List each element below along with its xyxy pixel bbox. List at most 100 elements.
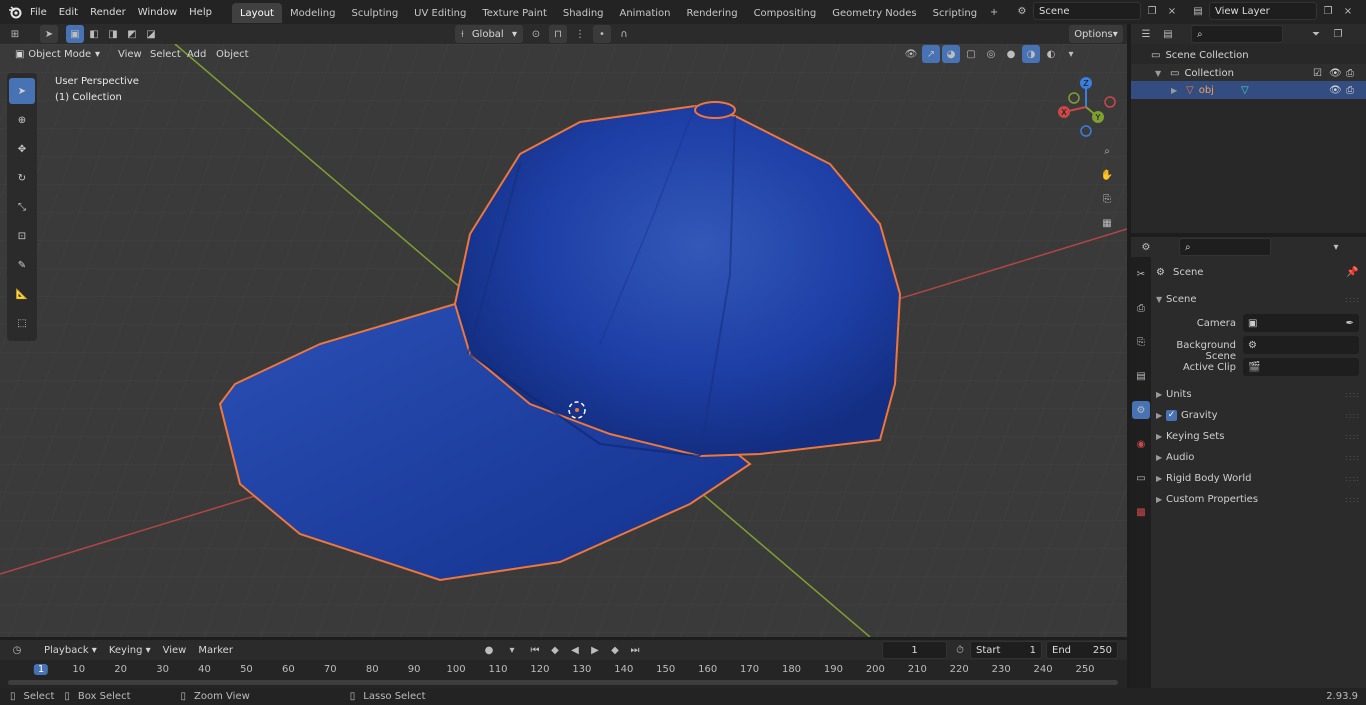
annotate-tool-icon[interactable]: ✎: [9, 252, 35, 278]
tab-scripting[interactable]: Scripting: [925, 3, 985, 23]
eye-icon[interactable]: 👁: [1329, 85, 1342, 96]
cursor-tool-icon[interactable]: ⊕: [9, 107, 35, 133]
timeline-scrollbar[interactable]: [8, 680, 1118, 685]
move-tool-icon[interactable]: ✥: [9, 136, 35, 162]
background-scene-field[interactable]: ⚙: [1243, 336, 1359, 354]
select-box-tool-icon[interactable]: ➤: [9, 78, 35, 104]
active-clip-field[interactable]: 🎬: [1243, 358, 1359, 376]
proportional-edit-icon[interactable]: •: [593, 25, 611, 43]
gravity-checkbox[interactable]: ✓: [1166, 409, 1177, 421]
menu-help[interactable]: Help: [183, 7, 218, 18]
tool-tab-icon[interactable]: ✂: [1132, 265, 1150, 283]
transform-orientation-dropdown[interactable]: ⟊ Global ▾: [455, 25, 523, 43]
drag-handle-icon[interactable]: ::::: [1345, 474, 1360, 483]
3d-viewport[interactable]: User Perspective (1) Collection Z X Y ⌕ …: [0, 44, 1127, 637]
texture-tab-icon[interactable]: ▩: [1132, 503, 1150, 521]
units-panel-header[interactable]: ▶ Units::::: [1156, 384, 1366, 404]
rotate-tool-icon[interactable]: ↻: [9, 165, 35, 191]
menu-render[interactable]: Render: [84, 7, 132, 18]
stopwatch-icon[interactable]: ⏱: [951, 641, 969, 659]
outliner-row-collection[interactable]: ▼ ▭ Collection ☑ 👁 ⎙: [1131, 64, 1366, 82]
scene-close-icon[interactable]: ×: [1163, 2, 1181, 20]
overlay-toggle-icon[interactable]: ◕: [942, 45, 960, 63]
view-layer-tab-icon[interactable]: ▤: [1132, 367, 1150, 385]
custom-properties-panel-header[interactable]: ▶ Custom Properties::::: [1156, 489, 1366, 509]
keying-options-icon[interactable]: ▾: [500, 641, 524, 659]
select-intersect-icon[interactable]: ◪: [142, 25, 160, 43]
material-shading-icon[interactable]: ◑: [1022, 45, 1040, 63]
select-cursor-icon[interactable]: ➤: [40, 25, 58, 43]
properties-options-icon[interactable]: ▾: [1327, 238, 1345, 256]
tab-uv-editing[interactable]: UV Editing: [406, 3, 474, 23]
outliner-search-input[interactable]: ⌕: [1191, 25, 1283, 43]
pivot-point-icon[interactable]: ⊙: [527, 25, 545, 43]
render-camera-icon[interactable]: ⎙: [1346, 68, 1354, 79]
jump-end-icon[interactable]: ⏭: [626, 641, 644, 659]
rigid-body-panel-header[interactable]: ▶ Rigid Body World::::: [1156, 468, 1366, 488]
solid-shading-icon[interactable]: ●: [1002, 45, 1020, 63]
tab-modeling[interactable]: Modeling: [282, 3, 344, 23]
navigation-gizmo[interactable]: Z X Y: [1051, 72, 1121, 142]
outliner-row-scene-collection[interactable]: ▭ Scene Collection: [1131, 46, 1366, 64]
editor-type-icon[interactable]: ⊞: [6, 25, 24, 43]
audio-panel-header[interactable]: ▶ Audio::::: [1156, 447, 1366, 467]
current-frame-field[interactable]: 1: [882, 641, 947, 659]
options-button[interactable]: Options ▾: [1069, 25, 1123, 43]
menu-edit[interactable]: Edit: [53, 7, 84, 18]
ortho-grid-icon[interactable]: ▦: [1098, 214, 1116, 232]
scale-tool-icon[interactable]: ⤡: [9, 194, 35, 220]
world-tab-icon[interactable]: ◉: [1132, 435, 1150, 453]
eyedropper-icon[interactable]: ✒: [1346, 318, 1354, 329]
drag-handle-icon[interactable]: ::::: [1345, 495, 1360, 504]
properties-editor-icon[interactable]: ⚙: [1137, 238, 1155, 256]
rendered-shading-icon[interactable]: ◐: [1042, 45, 1060, 63]
expand-arrow-icon[interactable]: ▼: [1155, 69, 1165, 78]
tab-texture-paint[interactable]: Texture Paint: [474, 3, 555, 23]
view-layer-icon[interactable]: ▤: [1189, 2, 1207, 20]
blender-logo-icon[interactable]: [6, 3, 24, 21]
menu-keying[interactable]: Keying ▾: [103, 641, 157, 659]
select-invert-icon[interactable]: ◩: [123, 25, 141, 43]
scene-panel-header[interactable]: ▼ Scene ::::: [1156, 289, 1366, 309]
select-subtract-icon[interactable]: ◨: [104, 25, 122, 43]
gravity-panel-header[interactable]: ▶ ✓ Gravity::::: [1156, 405, 1366, 425]
tab-animation[interactable]: Animation: [612, 3, 679, 23]
mode-dropdown[interactable]: ▣ Object Mode ▾: [9, 45, 106, 63]
pan-hand-icon[interactable]: ✋: [1098, 166, 1116, 184]
drag-handle-icon[interactable]: ::::: [1345, 295, 1360, 304]
zoom-icon[interactable]: ⌕: [1098, 142, 1116, 160]
scene-tab-icon[interactable]: ⚙: [1132, 401, 1150, 419]
drag-handle-icon[interactable]: ::::: [1345, 432, 1360, 441]
select-extend-icon[interactable]: ◧: [85, 25, 103, 43]
drag-handle-icon[interactable]: ::::: [1345, 411, 1360, 420]
tab-layout[interactable]: Layout: [231, 3, 282, 23]
drag-handle-icon[interactable]: ::::: [1345, 453, 1360, 462]
start-frame-field[interactable]: Start 1: [970, 641, 1042, 659]
pin-icon[interactable]: 📌: [1346, 267, 1358, 278]
timeline-editor-icon[interactable]: ◷: [8, 641, 26, 659]
render-camera-icon[interactable]: ⎙: [1346, 85, 1354, 96]
snap-icon[interactable]: ⊓: [549, 25, 567, 43]
add-workspace-icon[interactable]: +: [985, 3, 1003, 21]
collection-checkbox-icon[interactable]: ☑: [1313, 68, 1322, 79]
outliner-editor-icon[interactable]: ☰: [1137, 25, 1155, 43]
jump-start-icon[interactable]: ⏮: [526, 641, 544, 659]
view-layer-field[interactable]: View Layer: [1209, 2, 1317, 20]
wireframe-shading-icon[interactable]: ◎: [982, 45, 1000, 63]
falloff-icon[interactable]: ∩: [615, 25, 633, 43]
menu-window[interactable]: Window: [132, 7, 183, 18]
collection-tab-icon[interactable]: ▭: [1132, 469, 1150, 487]
menu-add[interactable]: Add: [181, 45, 212, 63]
measure-tool-icon[interactable]: 📐: [9, 281, 35, 307]
menu-view[interactable]: View: [112, 45, 148, 63]
xray-icon[interactable]: ▢: [962, 45, 980, 63]
auto-keying-icon[interactable]: ●: [480, 641, 498, 659]
transform-tool-icon[interactable]: ⊡: [9, 223, 35, 249]
menu-file[interactable]: File: [24, 7, 53, 18]
new-collection-icon[interactable]: ❐: [1329, 25, 1347, 43]
expand-arrow-icon[interactable]: ▶: [1171, 86, 1181, 95]
scene-icon[interactable]: ⚙: [1013, 2, 1031, 20]
visibility-icon[interactable]: 👁: [902, 45, 920, 63]
frame-ruler[interactable]: 1 10 20 30 40 50 60 70 80 90 100 110 120 130 140 150 160…: [0, 662, 1127, 678]
keying-sets-panel-header[interactable]: ▶ Keying Sets::::: [1156, 426, 1366, 446]
